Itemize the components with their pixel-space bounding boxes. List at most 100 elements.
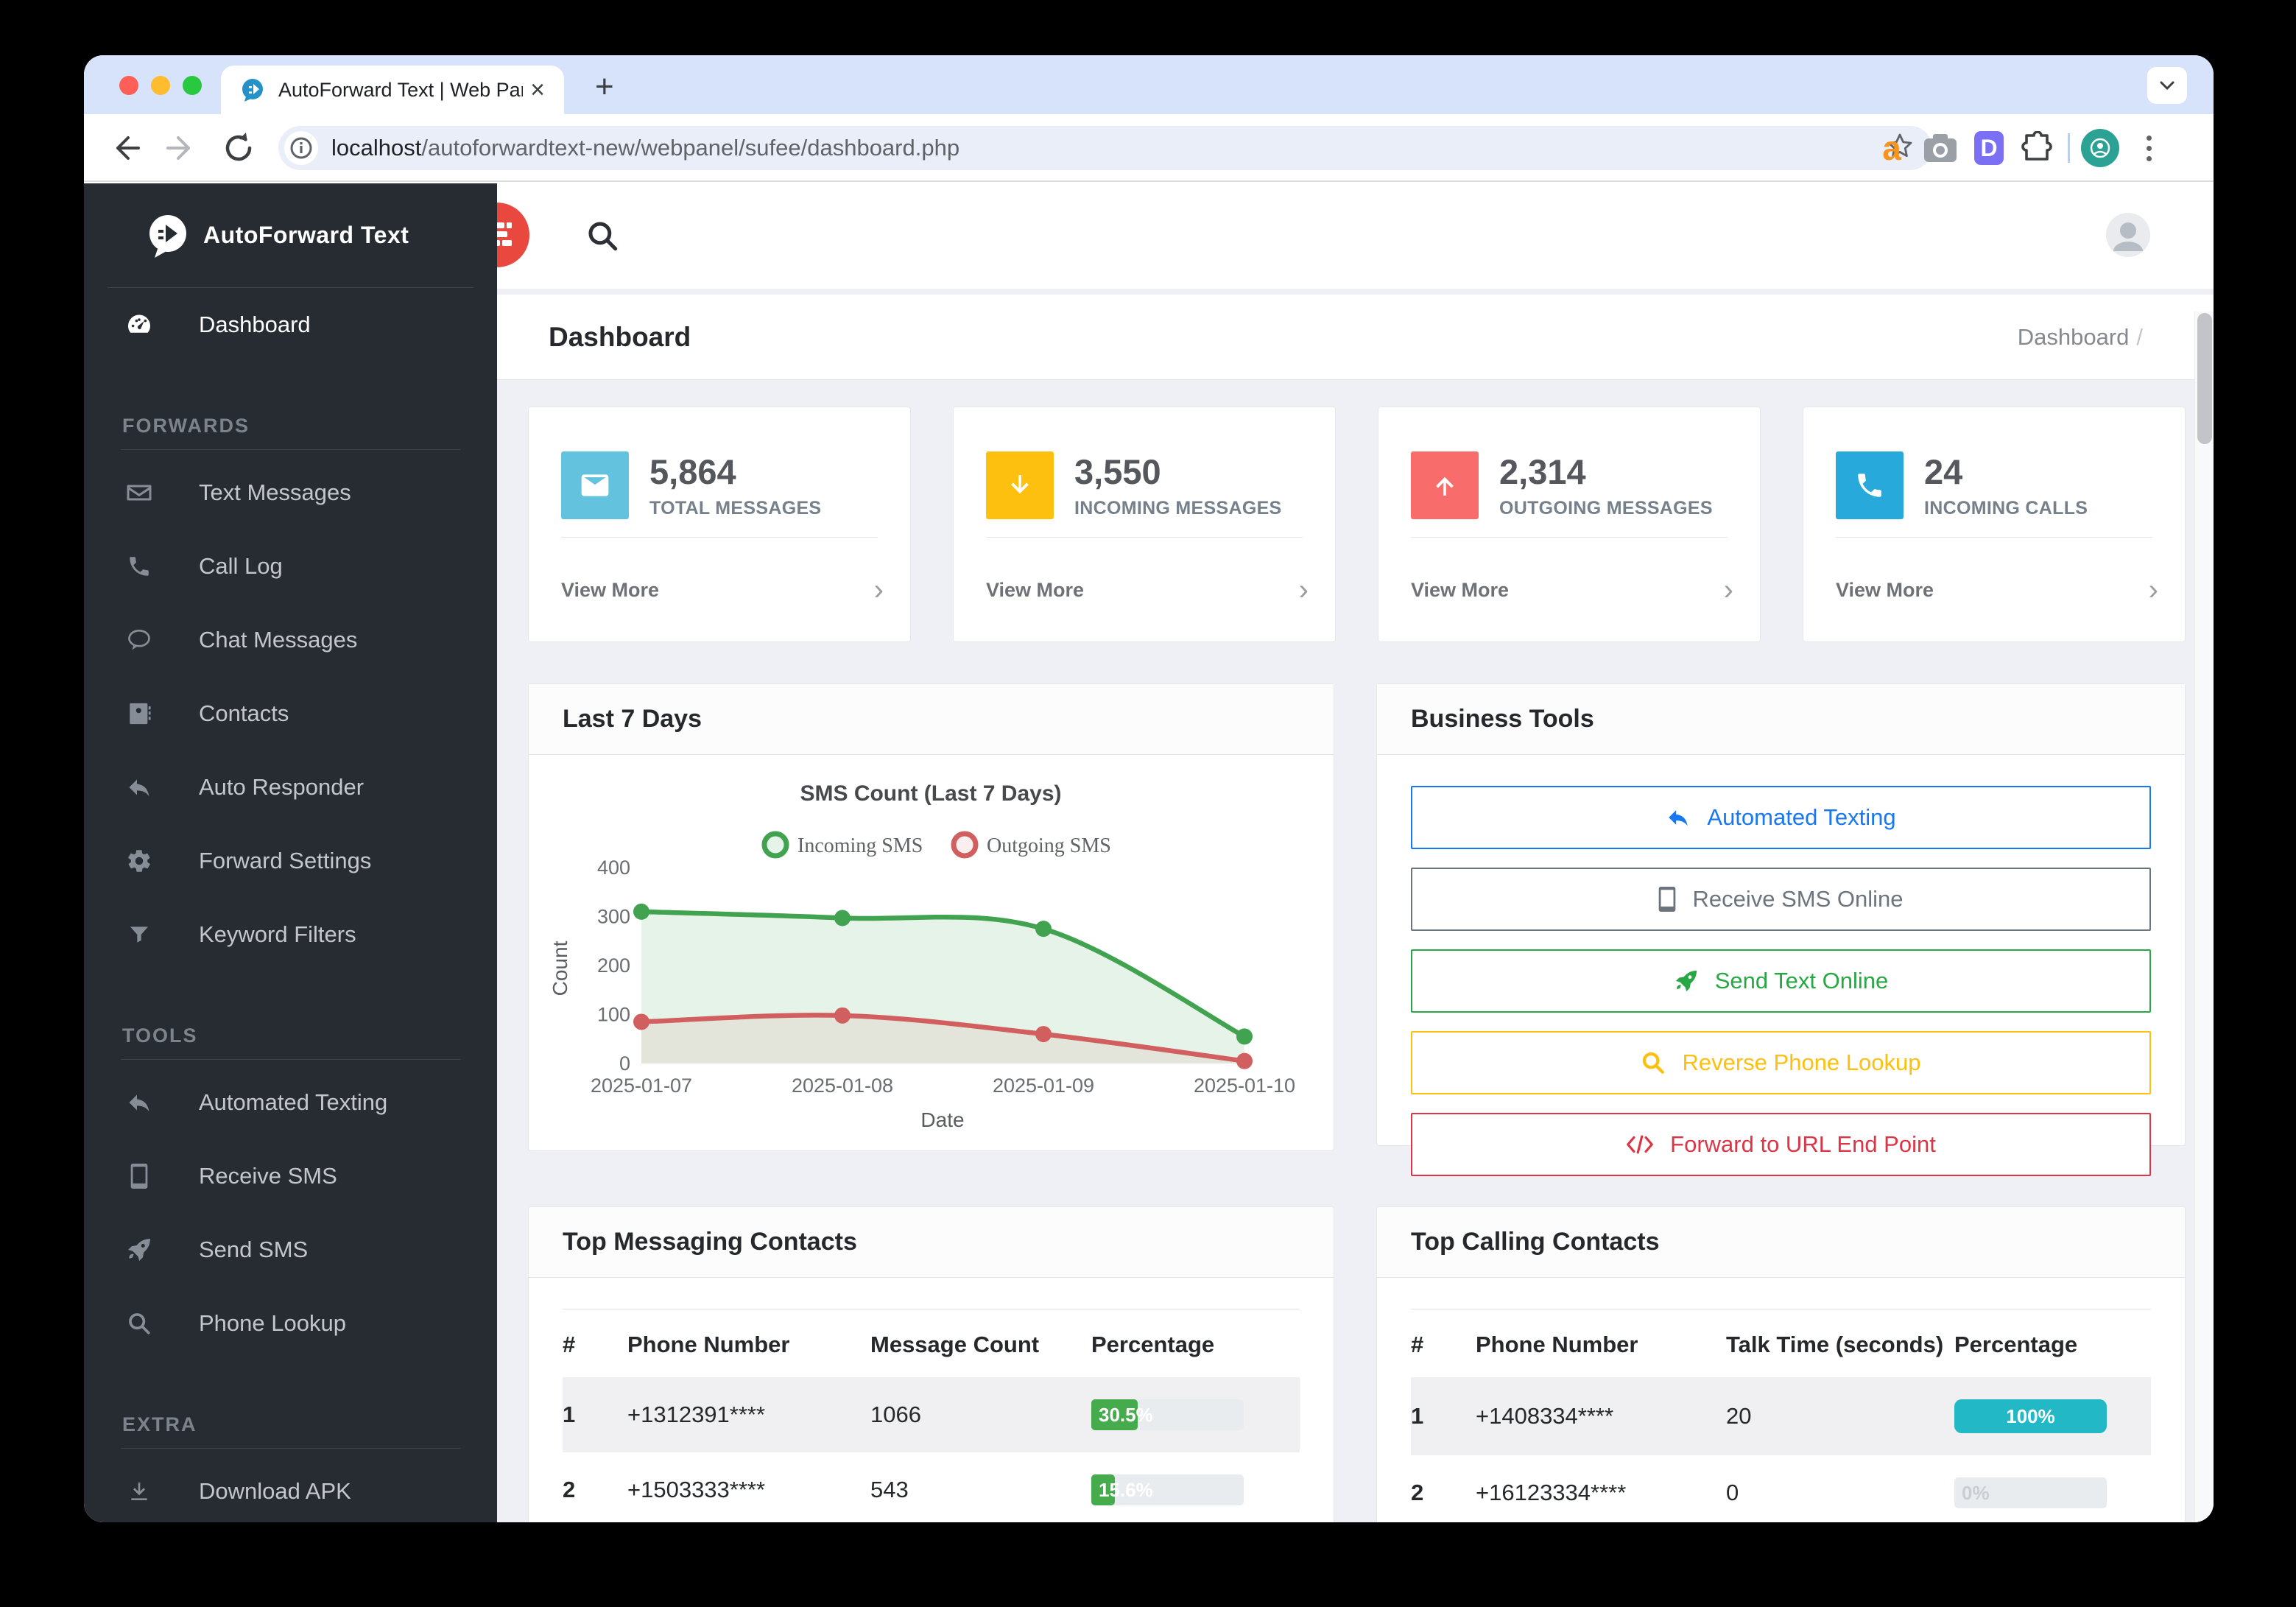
view-more-link[interactable]: View More › [954,538,1335,642]
app-logo[interactable]: AutoForward Text [84,183,497,287]
view-more-link[interactable]: View More › [1803,538,2185,642]
column-header: Percentage [1954,1309,2151,1377]
stat-cards-row: 5,864 TOTAL MESSAGES View More › 3,550 I… [528,407,2205,642]
zoom-window-button[interactable] [183,76,202,95]
phone-icon [122,554,156,579]
browser-tab-strip: AutoForward Text | Web Panel × + [84,55,2214,114]
scrollbar-thumb[interactable] [2197,313,2212,444]
chevron-right-icon: › [873,574,884,606]
sidebar-item-phone-lookup[interactable]: Phone Lookup [84,1287,497,1360]
spacer [497,289,2214,295]
new-tab-button[interactable]: + [595,68,614,105]
tab-close-icon[interactable]: × [530,77,545,102]
site-info-icon[interactable] [284,131,318,165]
sidebar-item-forward-settings[interactable]: Forward Settings [84,824,497,898]
sidebar-item-keyword-filters[interactable]: Keyword Filters [84,898,497,971]
close-window-button[interactable] [119,76,138,95]
sidebar-item-call-log[interactable]: Call Log [84,530,497,603]
sidebar-item-dashboard[interactable]: Dashboard [84,288,497,362]
tab-search-button[interactable] [2147,67,2187,104]
view-more-link[interactable]: View More › [529,538,910,642]
filter-icon [122,923,156,946]
code-icon [1627,1135,1654,1154]
receive-sms-online-button[interactable]: Receive SMS Online [1411,868,2151,931]
send-text-online-button[interactable]: Send Text Online [1411,949,2151,1013]
rank-cell: 2 [1411,1480,1424,1505]
forward-button[interactable] [163,130,199,166]
sidebar: AutoForward Text Dashboard FORWARDS Text… [84,183,497,1522]
percentage-bar: 100% [1954,1399,2107,1433]
sidebar-item-download-apk[interactable]: Download APK [84,1455,497,1522]
sidebar-item-label: Contacts [199,700,289,726]
sidebar-toggle-button[interactable] [497,203,529,267]
tab-title: AutoForward Text | Web Panel [278,78,524,101]
extension-d-icon[interactable]: D [1974,131,2004,165]
stat-value: 5,864 [649,452,736,491]
user-avatar[interactable] [2106,213,2150,257]
sidebar-item-label: Receive SMS [199,1163,337,1189]
sidebar-item-receive-sms[interactable]: Receive SMS [84,1139,497,1213]
sidebar-item-label: Call Log [199,553,283,579]
browser-tab[interactable]: AutoForward Text | Web Panel × [221,66,564,114]
button-label: Send Text Online [1714,968,1889,994]
dashboard-content: 5,864 TOTAL MESSAGES View More › 3,550 I… [497,380,2214,1522]
value-cell: 0 [1726,1480,1739,1505]
sidebar-item-auto-responder[interactable]: Auto Responder [84,750,497,824]
browser-toolbar: localhost/autoforwardtext-new/webpanel/s… [84,114,2214,182]
screenshot-extension-icon[interactable] [1916,133,1965,163]
column-header: # [1411,1309,1476,1377]
minimize-window-button[interactable] [151,76,170,95]
stat-card-incoming-messages: 3,550 INCOMING MESSAGES View More › [953,407,1336,642]
sidebar-group-forwards: FORWARDS [122,415,250,437]
svg-text:2025-01-08: 2025-01-08 [792,1075,893,1097]
address-bar[interactable]: localhost/autoforwardtext-new/webpanel/s… [278,126,1932,170]
rank-cell: 1 [1411,1403,1424,1429]
stat-value: 2,314 [1499,452,1586,491]
stat-label: INCOMING CALLS [1924,498,2088,518]
svg-text:400: 400 [597,857,630,879]
page-scrollbar[interactable] [2194,312,2214,1522]
search-icon [122,1311,156,1336]
comment-icon [122,627,156,653]
main-area: Dashboard Dashboard/ 5,864 TOTAL MESSAGE… [497,183,2214,1522]
sidebar-item-text-messages[interactable]: Text Messages [84,456,497,530]
breadcrumb-item[interactable]: Dashboard [2018,324,2130,350]
back-button[interactable] [108,130,143,166]
browser-menu-icon[interactable] [2146,135,2152,161]
stat-card-outgoing-messages: 2,314 OUTGOING MESSAGES View More › [1378,407,1761,642]
view-more-link[interactable]: View More › [1378,538,1760,642]
reverse-phone-lookup-button[interactable]: Reverse Phone Lookup [1411,1031,2151,1094]
percentage-label: 30.5% [1099,1403,1153,1426]
sidebar-item-chat-messages[interactable]: Chat Messages [84,603,497,677]
rank-cell: 1 [563,1402,576,1427]
value-cell: 1066 [870,1402,921,1427]
forward-to-url-endpoint-button[interactable]: Forward to URL End Point [1411,1113,2151,1176]
divider [121,1059,460,1060]
mobile-icon [1659,887,1676,912]
top-calling-contacts-panel: Top Calling Contacts # Phone Number Talk… [1376,1206,2186,1522]
sidebar-item-send-sms[interactable]: Send SMS [84,1213,497,1287]
sms-count-chart: SMS Count (Last 7 Days) Incoming SMS Outgo… [549,781,1295,1131]
panel-title: Business Tools [1377,684,2185,755]
sidebar-item-contacts[interactable]: Contacts [84,677,497,750]
reply-icon [1669,810,1688,826]
stat-value: 24 [1924,452,1963,491]
reload-button[interactable] [221,130,256,166]
panel-title: Top Messaging Contacts [529,1207,1334,1278]
svg-text:0: 0 [619,1052,630,1075]
stat-label: OUTGOING MESSAGES [1499,498,1713,518]
sidebar-item-label: Forward Settings [199,848,372,873]
automated-texting-button[interactable]: Automated Texting [1411,786,2151,849]
sidebar-item-automated-texting[interactable]: Automated Texting [84,1066,497,1139]
extensions-puzzle-icon[interactable] [2013,131,2062,165]
extension-a-icon[interactable]: a [1882,128,1901,168]
view-more-label: View More [561,578,660,601]
address-book-icon [122,701,156,726]
profile-badge-icon[interactable] [2081,129,2119,167]
svg-text:Date: Date [920,1108,964,1131]
panel-title: Last 7 Days [529,684,1334,755]
percentage-label: 100% [2006,1404,2055,1427]
app-header [497,183,2214,289]
search-button[interactable] [584,217,621,258]
sidebar-item-label: Chat Messages [199,627,358,653]
